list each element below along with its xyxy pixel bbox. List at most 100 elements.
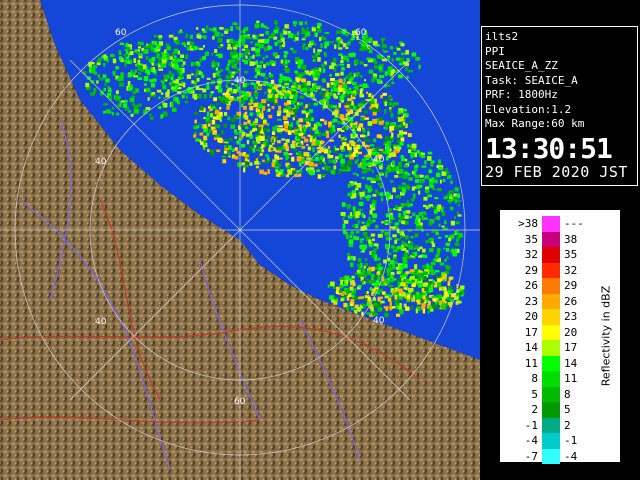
echo-cell (137, 60, 141, 65)
echo-cell (255, 107, 259, 111)
echo-cell (284, 24, 289, 29)
echo-cell (454, 199, 458, 204)
echo-cell (384, 278, 387, 283)
echo-cell (196, 78, 200, 82)
echo-cell (422, 264, 427, 270)
echo-cell (236, 71, 239, 74)
echo-cell (428, 204, 434, 207)
echo-cell (328, 92, 333, 97)
echo-cell (158, 35, 163, 38)
echo-cell (394, 278, 397, 281)
echo-cell (306, 27, 309, 31)
echo-cell (369, 69, 373, 72)
echo-cell (357, 263, 361, 268)
echo-cell (201, 74, 205, 79)
echo-cell (255, 48, 260, 53)
echo-cell (220, 33, 224, 37)
echo-cell (186, 95, 189, 99)
echo-cell (285, 106, 288, 109)
echo-cell (366, 291, 369, 295)
echo-cell (257, 83, 263, 87)
echo-cell (420, 180, 424, 184)
echo-cell (426, 233, 429, 236)
echo-cell (243, 95, 248, 101)
echo-cell (366, 194, 371, 198)
echo-cell (460, 285, 465, 290)
echo-cell (352, 93, 356, 97)
echo-cell (212, 66, 215, 69)
echo-cell (290, 143, 296, 149)
echo-cell (340, 212, 346, 216)
echo-cell (147, 97, 150, 101)
echo-cell (369, 144, 375, 147)
legend-color-swatch (542, 417, 560, 433)
echo-cell (333, 160, 337, 165)
echo-cell (293, 39, 297, 42)
echo-cell (410, 305, 414, 310)
echo-cell (304, 138, 309, 143)
echo-cell (353, 148, 359, 154)
echo-cell (246, 139, 250, 145)
echo-cell (190, 62, 194, 67)
echo-cell (347, 204, 350, 209)
echo-cell (211, 126, 216, 130)
echo-cell (215, 72, 220, 75)
echo-cell (359, 94, 365, 98)
ring-label: 60 (234, 397, 246, 407)
echo-cell (376, 109, 381, 112)
echo-cell (428, 239, 432, 242)
scan-type: PPI (485, 44, 505, 58)
echo-cell (163, 74, 168, 80)
echo-cell (222, 159, 227, 164)
echo-cell (191, 45, 195, 49)
echo-cell (314, 89, 318, 93)
echo-cell (231, 71, 236, 74)
echo-cell (400, 235, 403, 239)
echo-cell (321, 87, 324, 91)
echo-cell (444, 220, 447, 225)
echo-cell (230, 98, 233, 102)
echo-cell (417, 276, 421, 281)
echo-cell (366, 139, 371, 142)
echo-cell (275, 26, 279, 30)
echo-cell (403, 122, 406, 126)
echo-cell (400, 155, 404, 158)
echo-cell (340, 277, 345, 280)
echo-cell (152, 67, 155, 72)
echo-cell (309, 137, 313, 143)
echo-cell (341, 30, 344, 34)
echo-cell (395, 195, 401, 198)
echo-cell (270, 147, 274, 151)
echo-cell (357, 139, 360, 142)
echo-cell (364, 263, 368, 267)
echo-cell (362, 38, 367, 43)
echo-cell (364, 79, 366, 82)
echo-cell (195, 138, 200, 142)
echo-cell (267, 128, 270, 133)
echo-cell (223, 123, 227, 128)
echo-cell (303, 72, 307, 75)
echo-cell (203, 140, 206, 145)
echo-cell (349, 235, 353, 238)
echo-cell (376, 134, 382, 138)
echo-cell (363, 110, 368, 114)
echo-cell (209, 150, 215, 156)
echo-cell (225, 99, 229, 104)
echo-cell (382, 291, 386, 295)
echo-cell (218, 53, 223, 59)
echo-cell (293, 22, 297, 27)
echo-cell (149, 79, 154, 83)
echo-cell (143, 83, 147, 86)
echo-cell (375, 224, 379, 229)
echo-cell (425, 186, 430, 190)
echo-cell (90, 69, 96, 74)
echo-cell (357, 258, 362, 263)
echo-cell (360, 134, 365, 138)
echo-cell (221, 96, 226, 101)
echo-cell (125, 56, 129, 60)
echo-cell (428, 265, 433, 270)
echo-cell (307, 134, 311, 137)
echo-cell (153, 34, 158, 38)
echo-cell (170, 73, 175, 76)
echo-cell (414, 245, 419, 248)
